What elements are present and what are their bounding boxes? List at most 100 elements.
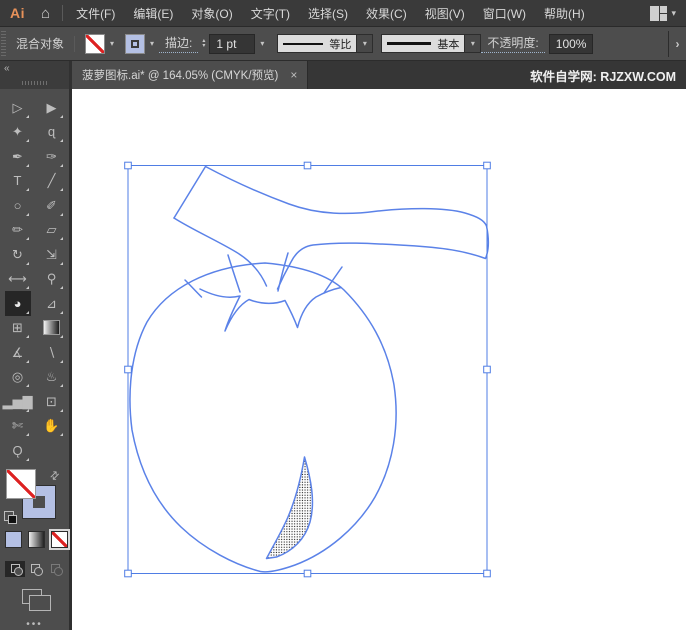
menu-item[interactable]: 编辑(E) (124, 5, 182, 22)
tools-panel-header: « (0, 61, 72, 89)
selection-handle[interactable] (303, 569, 312, 578)
artboard-tool[interactable]: ⊡ (39, 389, 65, 414)
menu-item[interactable]: 效果(C) (357, 5, 416, 22)
type-tool[interactable]: T (5, 169, 31, 194)
screen-mode-icon[interactable] (22, 588, 51, 611)
draw-behind-button[interactable] (25, 561, 45, 577)
eyedropper-tool[interactable]: ∖ (39, 340, 65, 365)
divider (74, 35, 76, 52)
fill-color-swatch[interactable] (85, 33, 106, 54)
stroke-color-swatch[interactable] (125, 33, 146, 54)
menu-bar: Ai ⌂ 文件(F) 编辑(E) 对象(O) 文字(T) 选择(S) 效果(C)… (0, 0, 686, 27)
opacity-field[interactable]: 100% (548, 33, 593, 54)
mesh-tool[interactable]: ⊞ (5, 316, 31, 341)
rotate-tool[interactable]: ↻ (5, 242, 31, 267)
selection-handle[interactable] (483, 365, 491, 374)
none-button[interactable] (49, 528, 70, 550)
selection-tool[interactable]: ▷ (5, 95, 31, 120)
pen-tool[interactable]: ✒ (5, 144, 31, 169)
tool-grid: ▷ ▶ ✦ ɋ ✒ ✑ T ╱ ○ ✐ ✏ ▱ ↻ ⇲ ⟷ ⚲ ◕ ⊿ ⊞ ∡ … (0, 95, 69, 463)
paintbrush-tool[interactable]: ✐ (39, 193, 65, 218)
brush-definition-dropdown[interactable]: 基本 (381, 34, 466, 53)
default-fill-stroke-icon[interactable] (4, 510, 17, 524)
control-bar-more-button[interactable]: › (668, 30, 686, 57)
ellipse-tool[interactable]: ○ (5, 193, 31, 218)
swap-fill-stroke-icon[interactable]: ⇄ (47, 467, 62, 483)
menu-item[interactable]: 文件(F) (67, 5, 124, 22)
fill-stroke-cluster: ⇄ ••• (0, 467, 70, 630)
chevron-down-icon[interactable]: ▾ (255, 39, 269, 48)
gradient-button[interactable] (28, 530, 45, 548)
tools-panel: ▷ ▶ ✦ ɋ ✒ ✑ T ╱ ○ ✐ ✏ ▱ ↻ ⇲ ⟷ ⚲ ◕ ⊿ ⊞ ∡ … (0, 89, 72, 630)
color-button[interactable] (5, 530, 22, 548)
chevron-down-icon[interactable]: ▾ (671, 8, 676, 19)
eraser-tool[interactable]: ▱ (39, 218, 65, 243)
shape-builder-tool[interactable]: ◕ (4, 291, 31, 316)
divider (62, 5, 64, 21)
symbol-sprayer-tool[interactable]: ♨ (39, 365, 65, 390)
edit-toolbar-icon[interactable]: ••• (0, 619, 69, 630)
chevron-down-icon[interactable]: ▾ (105, 39, 119, 48)
ruler-tool[interactable]: ∡ (5, 340, 31, 365)
menu-item[interactable]: 对象(O) (182, 5, 241, 22)
selection-type-label: 混合对象 (16, 37, 65, 51)
stroke-square-icon (131, 39, 140, 48)
workspace-switcher-icon[interactable] (650, 5, 668, 21)
fill-swatch-none[interactable] (6, 468, 36, 499)
width-tool[interactable]: ⟷ (5, 267, 31, 292)
document-tab-bar: « 菠萝图标.ai* @ 164.05% (CMYK/预览) × 软件自学网: … (0, 61, 686, 89)
menu-item[interactable]: 文字(T) (242, 5, 299, 22)
selection-handle[interactable] (483, 569, 491, 578)
close-tab-icon[interactable]: × (290, 68, 297, 82)
stroke-profile-preview (283, 42, 324, 45)
selection-handle[interactable] (483, 161, 491, 170)
selection-handle[interactable] (303, 161, 312, 170)
menu-item[interactable]: 视图(V) (416, 5, 474, 22)
artboard-canvas[interactable] (72, 89, 686, 630)
panel-grip[interactable] (1, 30, 6, 57)
line-segment-tool[interactable]: ╱ (39, 169, 65, 194)
scale-tool[interactable]: ⇲ (39, 242, 65, 267)
document-title: 菠萝图标.ai* @ 164.05% (CMYK/预览) (82, 70, 279, 82)
selection-handle[interactable] (124, 365, 132, 374)
menu-item[interactable]: 帮助(H) (535, 5, 594, 22)
direct-selection-tool[interactable]: ▶ (39, 95, 65, 120)
stroke-weight-field[interactable]: 1 pt (209, 33, 256, 54)
perspective-grid-tool[interactable]: ⊿ (39, 291, 65, 316)
magic-wand-tool[interactable]: ✦ (5, 120, 31, 145)
curvature-tool[interactable]: ✑ (39, 144, 65, 169)
selection-handle[interactable] (124, 569, 132, 578)
app-logo[interactable]: Ai (0, 5, 33, 21)
brush-value: 基本 (437, 38, 460, 51)
width-profile-dropdown[interactable]: 等比 (277, 34, 358, 53)
artwork-persimmon-outline[interactable] (129, 165, 489, 573)
gradient-tool[interactable] (39, 316, 65, 341)
stepper-down-icon[interactable]: ▾ (202, 43, 205, 49)
watermark-text: 软件自学网: RJZXW.COM (530, 69, 676, 84)
zoom-tool[interactable]: Ǫ (5, 438, 31, 463)
blend-tool[interactable]: ◎ (5, 365, 31, 390)
selection-handle[interactable] (124, 161, 132, 170)
profile-dropdown-button[interactable]: ▾ (357, 34, 374, 53)
lasso-tool[interactable]: ɋ (39, 120, 65, 145)
brush-dropdown-button[interactable]: ▾ (465, 34, 482, 53)
home-icon[interactable]: ⌂ (33, 5, 58, 22)
menu-item[interactable]: 选择(S) (299, 5, 357, 22)
shaper-tool[interactable]: ✏ (5, 218, 31, 243)
draw-normal-button[interactable] (5, 560, 25, 577)
collapse-panel-icon[interactable]: « (4, 63, 9, 74)
opacity-label[interactable]: 不透明度: (481, 34, 545, 53)
document-tab[interactable]: 菠萝图标.ai* @ 164.05% (CMYK/预览) × (72, 61, 309, 89)
puppet-warp-tool[interactable]: ⚲ (39, 267, 65, 292)
slice-tool[interactable]: ✄ (5, 414, 31, 439)
chevron-down-icon[interactable]: ▾ (145, 39, 159, 48)
stroke-label[interactable]: 描边: (159, 34, 199, 53)
hand-tool[interactable]: ✋ (39, 414, 65, 439)
menu-items: 文件(F) 编辑(E) 对象(O) 文字(T) 选择(S) 效果(C) 视图(V… (67, 5, 594, 22)
column-graph-tool[interactable]: ▂▅▇ (3, 389, 33, 414)
menu-item[interactable]: 窗口(W) (474, 5, 535, 22)
control-bar: 混合对象 ▾ ▾ 描边: ▴ ▾ 1 pt ▾ 等比 ▾ 基本 ▾ 不透明度: … (0, 27, 686, 61)
tools-panel-grip[interactable] (21, 81, 48, 85)
draw-inside-button (45, 561, 65, 577)
stroke-weight-stepper[interactable]: ▴ ▾ (202, 38, 205, 49)
